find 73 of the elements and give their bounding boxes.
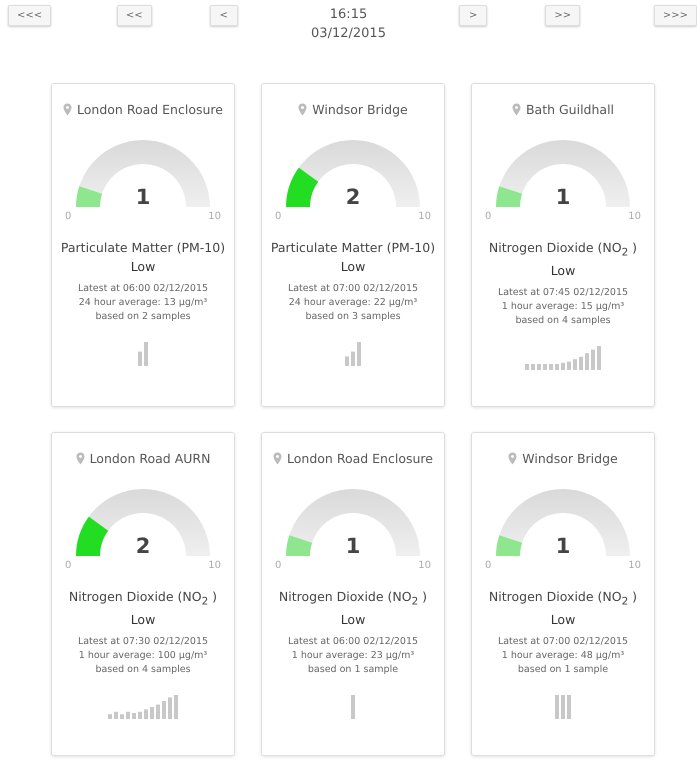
- nav-button[interactable]: >>>: [654, 5, 697, 26]
- gauge-value: 2: [344, 185, 362, 209]
- gauge-max-label: 10: [628, 211, 641, 222]
- sparkline-drawing: [351, 694, 355, 718]
- station-name: Bath Guildhall: [526, 102, 614, 117]
- date-text: 03/12/2015: [311, 25, 386, 43]
- latest-reading-text: Latest at 06:00 02/12/2015: [288, 634, 418, 648]
- average-text: 24 hour average: 13 µg/m³: [78, 296, 208, 310]
- pollution-band-label: Low: [550, 612, 576, 626]
- pollution-band-label: Low: [550, 262, 576, 278]
- station-name: London Road Enclosure: [77, 102, 223, 117]
- gauge-min-label: 0: [65, 211, 72, 222]
- latest-reading-text: Latest at 07:45 02/12/2015: [498, 286, 628, 300]
- map-pin-icon: [63, 103, 72, 116]
- average-text: 1 hour average: 48 µg/m³: [500, 648, 626, 662]
- gauge-min-label: 0: [65, 560, 72, 571]
- latest-reading-text: Latest at 06:00 02/12/2015: [78, 282, 208, 296]
- samples-text: based on 1 sample: [306, 662, 400, 676]
- pollution-band-label: Low: [130, 259, 156, 274]
- nav-button[interactable]: >: [459, 5, 488, 26]
- pollution-band-label: Low: [340, 259, 366, 274]
- average-text: 24 hour average: 22 µg/m³: [288, 296, 418, 310]
- gauge-max-label: 10: [628, 560, 641, 571]
- pollutant-name: Nitrogen Dioxide (NO$_{2}$ ): [68, 589, 218, 608]
- map-pin-icon: [273, 452, 282, 465]
- time-text: 16:15: [330, 6, 368, 24]
- latest-reading-text: Latest at 07:00 02/12/2015: [498, 634, 628, 648]
- station-name: London Road AURN: [90, 451, 210, 466]
- average-text: 1 hour average: 100 µg/m³: [78, 648, 208, 662]
- gauge-min-label: 0: [275, 211, 282, 222]
- station-name: London Road Enclosure: [287, 451, 433, 466]
- nav-button[interactable]: <<<: [8, 5, 52, 26]
- sparkline-drawing: [138, 342, 148, 366]
- pollution-band-label: Low: [130, 612, 156, 626]
- samples-text: based on 1 sample: [516, 662, 610, 676]
- latest-reading-text: Latest at 07:30 02/12/2015: [78, 634, 208, 648]
- sparkline-drawing: [345, 342, 361, 366]
- sparkline-drawing: [555, 694, 571, 718]
- average-text: 1 hour average: 15 µg/m³: [500, 300, 626, 314]
- gauge-value: 1: [554, 185, 572, 209]
- samples-text: based on 4 samples: [514, 314, 612, 328]
- gauge-value: 1: [554, 534, 572, 558]
- samples-text: based on 3 samples: [304, 310, 402, 324]
- map-pin-icon: [512, 103, 521, 116]
- map-pin-icon: [298, 103, 308, 116]
- gauge-min-label: 0: [485, 211, 492, 222]
- gauge-max-label: 10: [208, 560, 221, 571]
- samples-text: based on 4 samples: [94, 662, 192, 676]
- gauge-value: 1: [134, 185, 152, 209]
- pollutant-name: Particulate Matter (PM-10): [60, 240, 226, 255]
- map-pin-icon: [508, 452, 518, 465]
- pollutant-name: Nitrogen Dioxide (NO$_{2}$ ): [488, 589, 638, 608]
- gauge-min-label: 0: [275, 560, 282, 571]
- gauge-max-label: 10: [418, 211, 431, 222]
- nav-button[interactable]: >>: [545, 5, 580, 26]
- average-text: 1 hour average: 23 µg/m³: [290, 648, 416, 662]
- gauge-max-label: 10: [208, 211, 221, 222]
- sparkline-drawing: [108, 694, 178, 718]
- nav-button[interactable]: <: [210, 5, 238, 26]
- latest-reading-text: Latest at 07:00 02/12/2015: [288, 282, 418, 296]
- samples-text: based on 2 samples: [94, 310, 192, 324]
- gauge-max-label: 10: [418, 560, 431, 571]
- station-name: Windsor Bridge: [312, 102, 408, 117]
- station-name: Windsor Bridge: [522, 451, 618, 466]
- map-pin-icon: [76, 452, 85, 465]
- pollutant-name: Nitrogen Dioxide (NO$_{2}$ ): [278, 589, 428, 608]
- nav-button[interactable]: <<: [116, 5, 152, 26]
- gauge-value: 1: [344, 534, 362, 558]
- pollutant-name: Nitrogen Dioxide (NO$_{2}$ ): [488, 240, 638, 258]
- gauge-min-label: 0: [485, 560, 492, 571]
- pollution-band-label: Low: [340, 612, 366, 626]
- pollutant-name: Particulate Matter (PM-10): [270, 240, 436, 255]
- gauge-value: 2: [134, 534, 152, 558]
